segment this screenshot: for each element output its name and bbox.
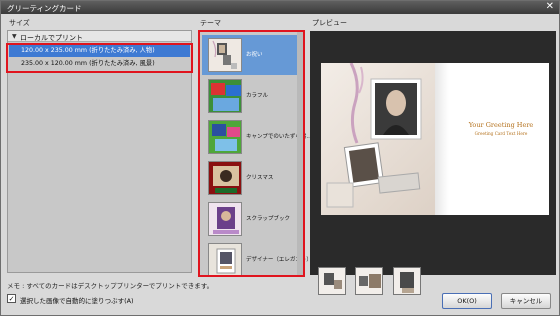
theme-header: テーマ	[200, 19, 221, 27]
greeting-title: Your Greeting Here	[468, 121, 534, 129]
ok-button[interactable]: OK(O)	[442, 293, 492, 309]
size-list[interactable]: ▼ ローカルでプリント 120.00 x 235.00 mm (折りたたみ済み,…	[6, 30, 193, 273]
triangle-down-icon: ▼	[12, 33, 17, 40]
card-inside	[435, 63, 549, 215]
preview-header: プレビュー	[312, 19, 347, 27]
theme-list[interactable]: お祝い カラフル キャンプでのいたずら書... クリスマス スクラップブック デ…	[198, 30, 312, 277]
card-preview: Your Greeting Here Greeting Card Text He…	[321, 62, 549, 215]
greeting-card-dialog: グリーティングカード ✕ サイズ テーマ プレビュー ▼ ローカルでプリント 1…	[0, 0, 560, 316]
card-front	[321, 62, 435, 215]
footer-note: メモ : すべてのカードはデスクトッププリンターでプリントできます。	[7, 282, 214, 290]
group-local-print[interactable]: ▼ ローカルでプリント	[8, 31, 191, 42]
window-title: グリーティングカード	[7, 4, 82, 13]
title-bar: グリーティングカード ✕	[1, 1, 559, 14]
autofill-checkbox[interactable]: ✓	[7, 294, 16, 303]
group-label: ローカルでプリント	[20, 33, 83, 42]
highlight-box-size	[6, 43, 193, 73]
card-front-collage	[326, 62, 422, 208]
autofill-label: 選択した画像で自動的に塗りつぶす(A)	[20, 297, 134, 305]
greeting-subtitle: Greeting Card Text Here	[474, 131, 528, 136]
page-thumbnail[interactable]	[393, 267, 421, 295]
size-header: サイズ	[9, 19, 30, 27]
cancel-button[interactable]: キャンセル	[501, 293, 551, 309]
page-thumbnail[interactable]	[355, 267, 383, 295]
page-thumbnail[interactable]	[318, 267, 346, 295]
highlight-box-theme	[198, 30, 305, 277]
preview-pane: Your Greeting Here Greeting Card Text He…	[310, 31, 556, 295]
close-icon[interactable]: ✕	[546, 1, 554, 12]
